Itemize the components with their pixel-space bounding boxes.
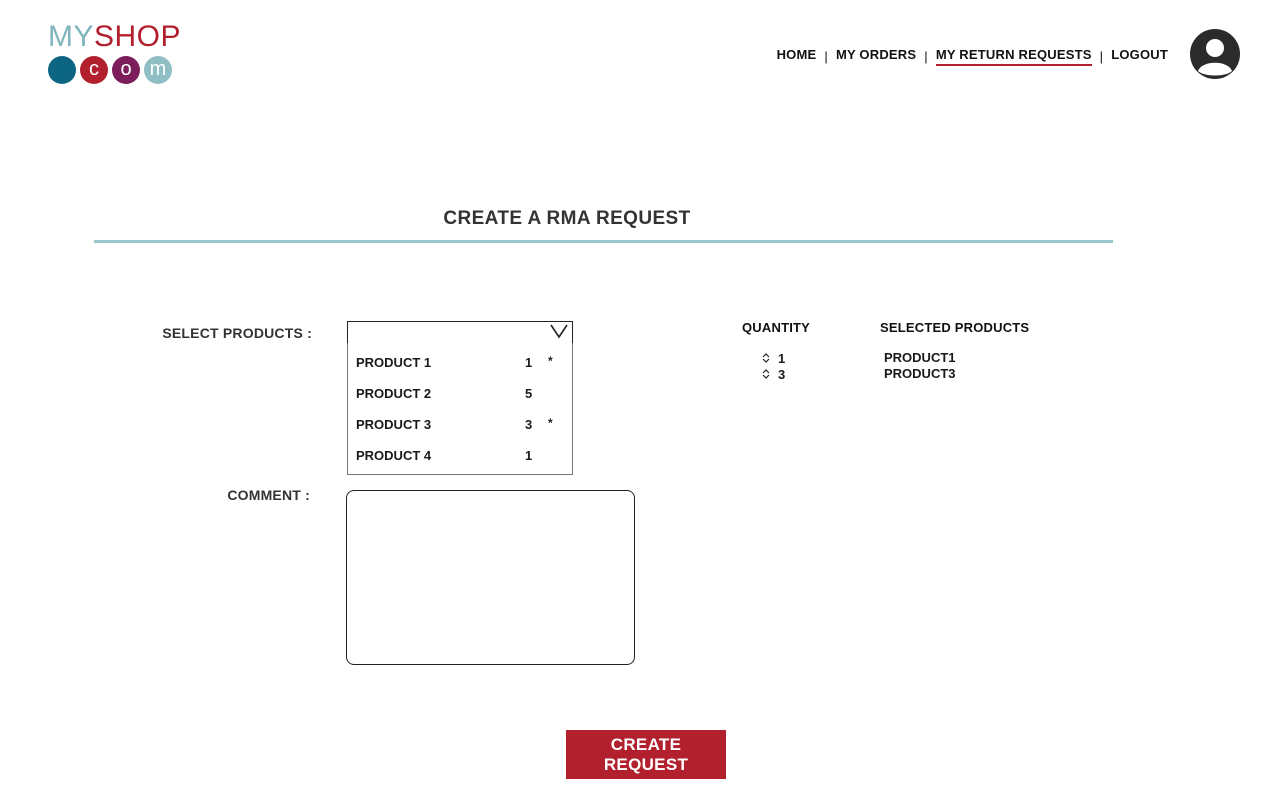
chevron-down-icon[interactable]	[550, 324, 568, 344]
logo-dot-1	[48, 56, 76, 84]
nav-separator: |	[924, 49, 928, 64]
title-divider	[94, 240, 1113, 243]
selected-products-column-header: SELECTED PRODUCTS	[880, 320, 1030, 335]
quantity-value: 3	[778, 366, 786, 382]
option-qty: 1	[525, 448, 533, 463]
logo-dot-2: c	[80, 56, 108, 84]
create-request-button[interactable]: CREATE REQUEST	[566, 730, 726, 779]
page-title: CREATE A RMA REQUEST	[443, 208, 691, 229]
user-silhouette-icon	[1198, 39, 1232, 76]
logo-dot-letter-3: o	[120, 57, 132, 80]
logo-dots: c o m	[48, 56, 176, 84]
option-qty: 1	[525, 355, 533, 370]
select-products-label: SELECT PRODUCTS :	[162, 325, 312, 341]
option-qty: 5	[525, 386, 533, 401]
product-select[interactable]	[347, 321, 573, 344]
option-qty: 3	[525, 417, 533, 432]
selected-product-item: PRODUCT3	[884, 366, 956, 381]
comment-textarea[interactable]	[346, 490, 635, 665]
option-name: PRODUCT 4	[356, 448, 432, 463]
nav-logout-link[interactable]: LOGOUT	[1111, 47, 1168, 66]
dropdown-option-product-4[interactable]: PRODUCT 4 1	[356, 445, 564, 467]
logo-dot-4: m	[144, 56, 172, 84]
comment-label: COMMENT :	[227, 487, 310, 503]
option-selected-mark: *	[548, 354, 553, 368]
logo-dot-letter-2: c	[89, 57, 99, 80]
logo-text-my: MY	[48, 20, 94, 53]
dropdown-option-product-3[interactable]: PRODUCT 3 3 *	[356, 414, 564, 436]
main-nav: HOME | MY ORDERS | MY RETURN REQUESTS | …	[777, 47, 1168, 66]
logo-text-shop: SHOP	[94, 20, 182, 53]
nav-home-link[interactable]: HOME	[777, 47, 817, 66]
logo-dot-3: o	[112, 56, 140, 84]
nav-my-return-requests-link[interactable]: MY RETURN REQUESTS	[935, 47, 1092, 66]
nav-separator: |	[1099, 49, 1104, 64]
nav-my-orders-link[interactable]: MY ORDERS	[836, 47, 916, 66]
brand-logo[interactable]: MYSHOP	[48, 20, 181, 54]
quantity-value: 1	[778, 350, 786, 366]
dropdown-option-product-1[interactable]: PRODUCT 1 1 *	[356, 352, 564, 374]
option-name: PRODUCT 3	[356, 417, 432, 432]
logo-dot-letter-4: m	[149, 57, 167, 80]
stepper-arrows-icon[interactable]	[762, 369, 772, 379]
selected-product-item: PRODUCT1	[884, 350, 956, 365]
option-name: PRODUCT 2	[356, 386, 432, 401]
product-dropdown-list: PRODUCT 1 1 * PRODUCT 2 5 PRODUCT 3 3 * …	[347, 343, 573, 475]
nav-separator: |	[824, 49, 828, 64]
option-name: PRODUCT 1	[356, 355, 432, 370]
quantity-stepper[interactable]: 3	[762, 366, 785, 382]
option-selected-mark: *	[548, 416, 553, 430]
user-avatar-icon[interactable]	[1190, 29, 1240, 79]
stepper-arrows-icon[interactable]	[762, 353, 772, 363]
dropdown-option-product-2[interactable]: PRODUCT 2 5	[356, 383, 564, 405]
quantity-column-header: QUANTITY	[742, 320, 811, 335]
quantity-stepper[interactable]: 1	[762, 350, 785, 366]
